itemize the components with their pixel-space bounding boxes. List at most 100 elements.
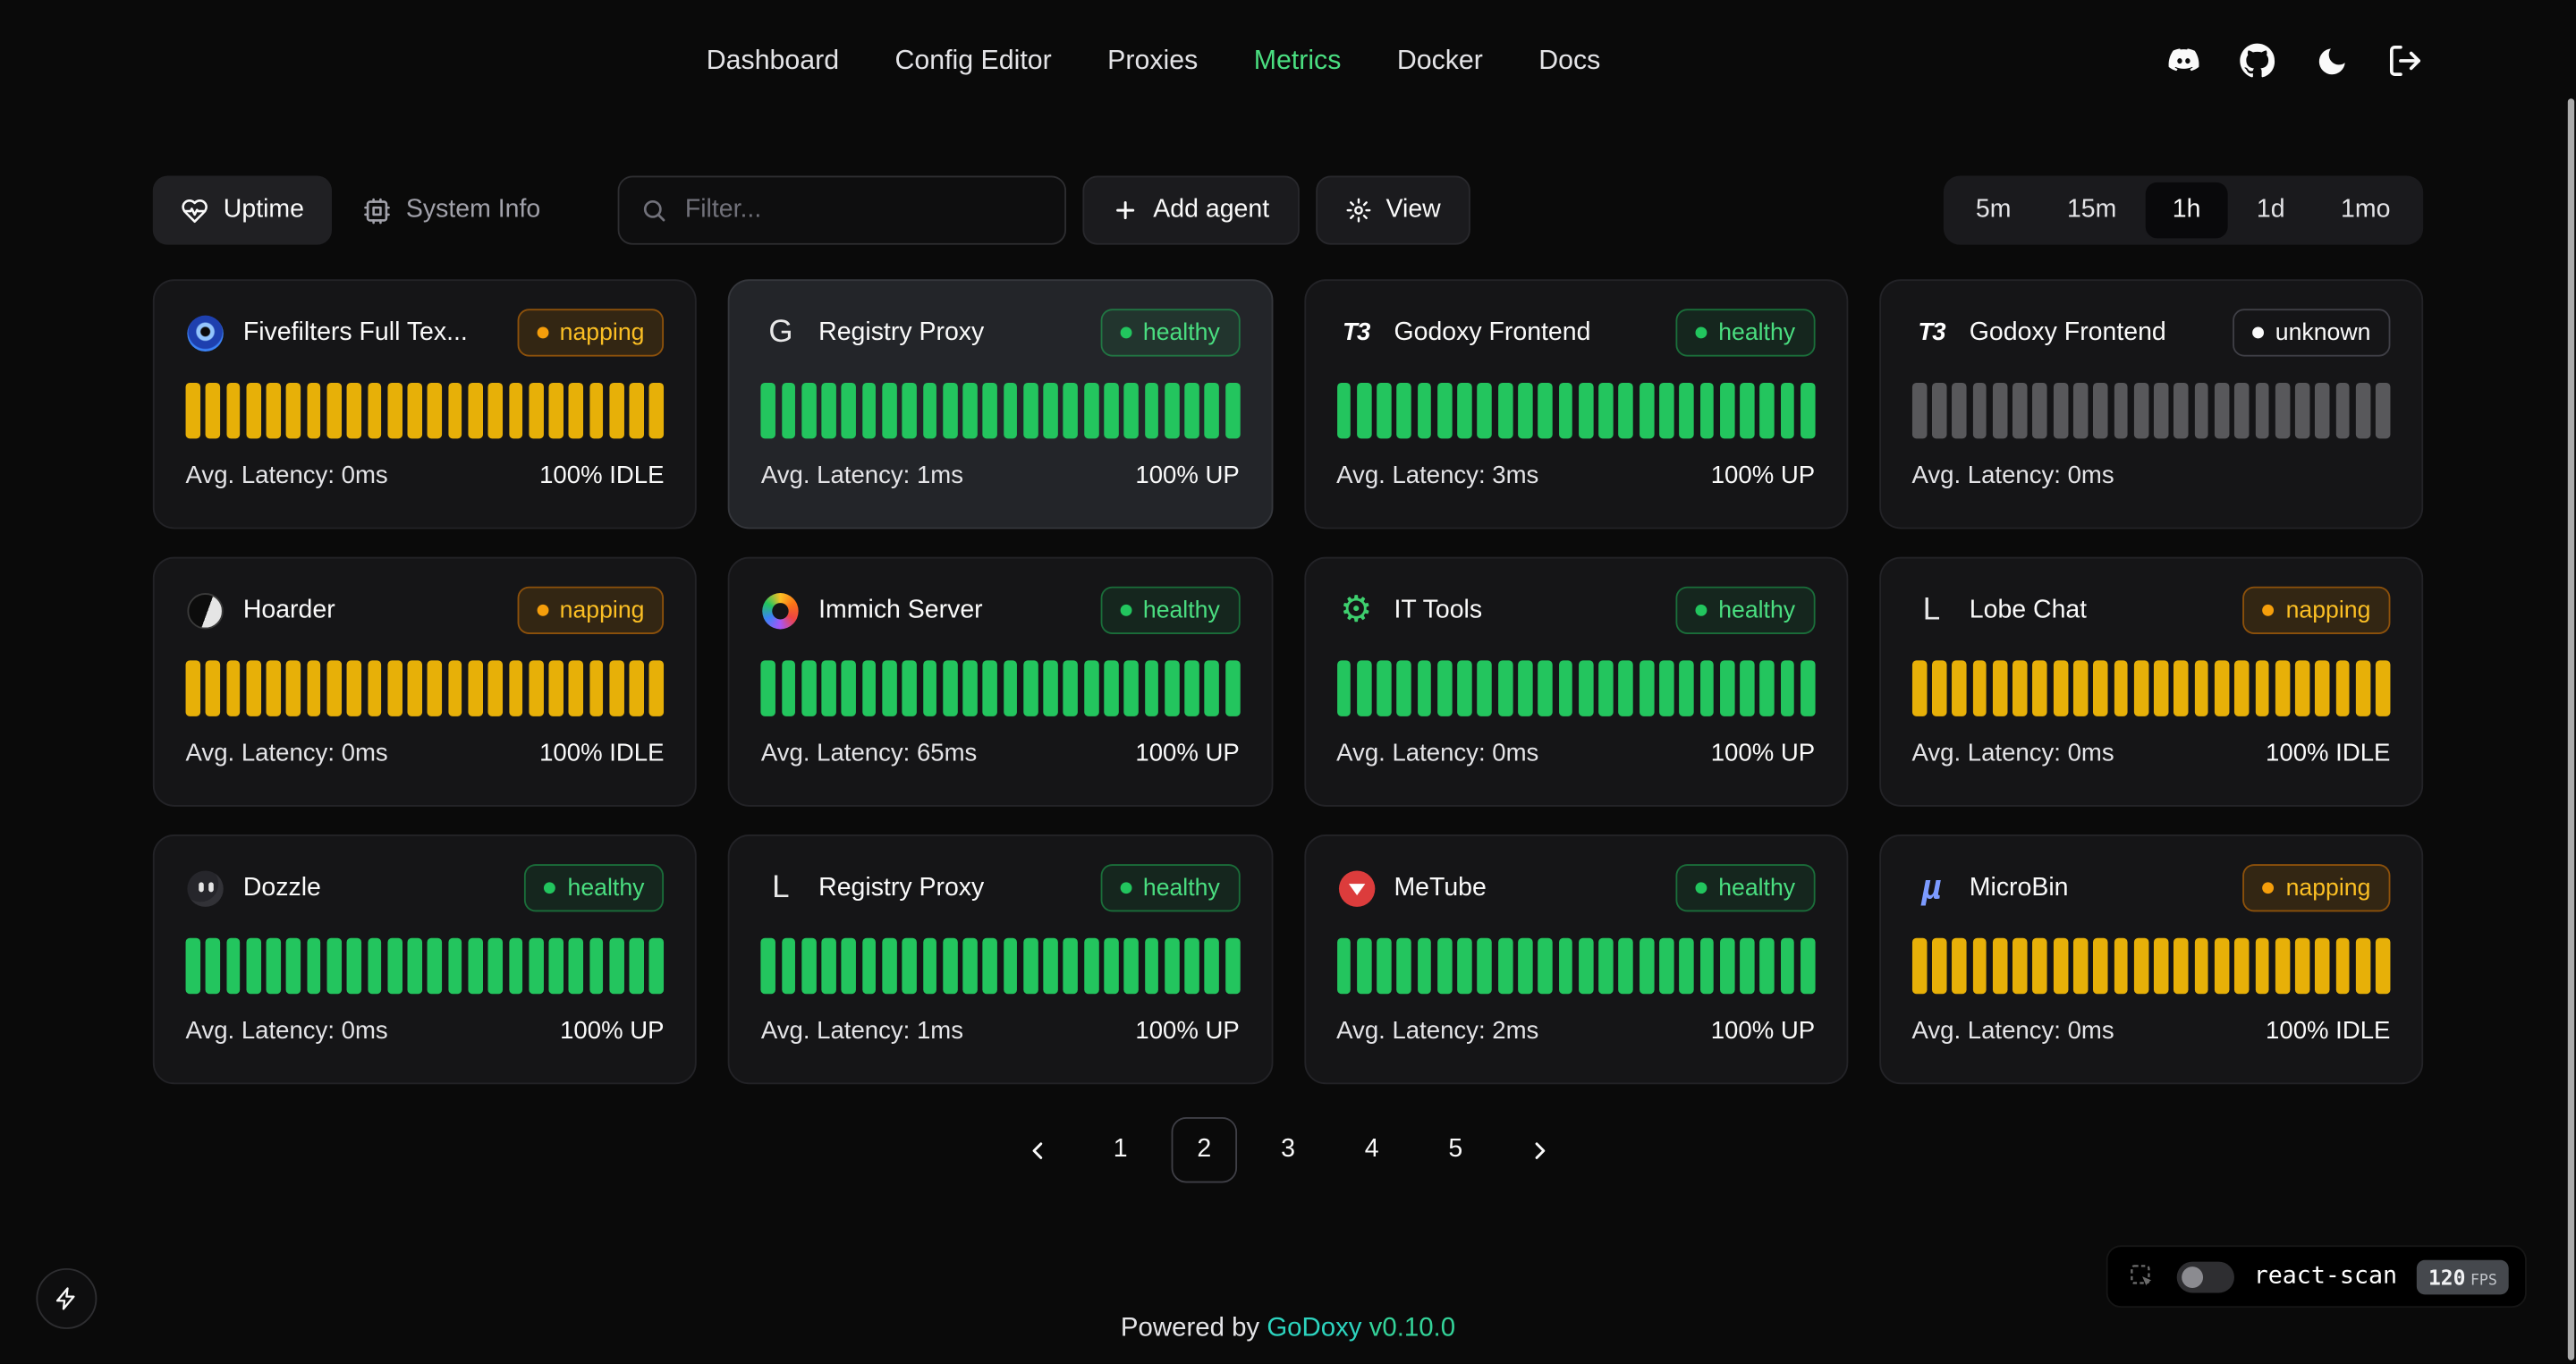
uptime-bar	[1932, 660, 1946, 716]
add-agent-button[interactable]: Add agent	[1082, 176, 1299, 245]
prev-page-button[interactable]	[1004, 1117, 1069, 1182]
uptime-bar	[1458, 383, 1472, 438]
uptime-bar	[2114, 383, 2128, 438]
service-card[interactable]: Fivefilters Full Tex... napping Avg. Lat…	[153, 279, 697, 529]
page-5[interactable]: 5	[1423, 1117, 1488, 1182]
status-text: healthy	[1143, 597, 1220, 623]
uptime-bar	[761, 660, 775, 716]
pagination: 12345	[153, 1117, 2423, 1182]
uptime-bar	[630, 660, 644, 716]
filter-input[interactable]	[682, 194, 1043, 227]
uptime-bar	[1124, 383, 1139, 438]
uptime-bar	[2234, 660, 2249, 716]
uptime-bar	[2154, 938, 2168, 994]
uptime-percent: 100% IDLE	[2266, 1017, 2390, 1045]
service-card[interactable]: T3 Godoxy Frontend healthy Avg. Latency:…	[1303, 279, 1847, 529]
status-dot-icon	[1120, 327, 1131, 339]
page-3[interactable]: 3	[1255, 1117, 1320, 1182]
card-header: µ MicroBin napping	[1911, 864, 2390, 911]
nav-item-dashboard[interactable]: Dashboard	[707, 46, 839, 77]
service-card[interactable]: MeTube healthy Avg. Latency: 2ms 100% UP	[1303, 834, 1847, 1084]
service-title: MeTube	[1394, 873, 1486, 902]
next-page-button[interactable]	[1506, 1117, 1572, 1182]
service-card[interactable]: Immich Server healthy Avg. Latency: 65ms…	[728, 557, 1272, 807]
uptime-bar	[842, 383, 856, 438]
uptime-bar	[488, 383, 503, 438]
service-card[interactable]: T3 Godoxy Frontend unknown Avg. Latency:…	[1879, 279, 2423, 529]
logout-icon[interactable]	[2387, 43, 2423, 79]
uptime-bar	[368, 660, 382, 716]
view-button[interactable]: View	[1316, 176, 1470, 245]
card-footer: Avg. Latency: 0ms	[1911, 462, 2390, 489]
uptime-bar	[246, 383, 260, 438]
uptime-bar	[2033, 938, 2047, 994]
uptime-bar	[2275, 660, 2290, 716]
microbin-icon: µ	[1911, 868, 1951, 908]
version-link[interactable]: v0.10.0	[1369, 1314, 1455, 1342]
uptime-bar	[1185, 660, 1199, 716]
uptime-bar	[347, 383, 361, 438]
service-card[interactable]: Dozzle healthy Avg. Latency: 0ms 100% UP	[153, 834, 697, 1084]
moon-icon[interactable]	[2313, 43, 2349, 79]
page-2[interactable]: 2	[1172, 1117, 1237, 1182]
uptime-bar	[267, 383, 281, 438]
scrollbar[interactable]	[2568, 98, 2574, 1360]
nav-item-proxies[interactable]: Proxies	[1107, 46, 1198, 77]
uptime-bar	[2255, 383, 2269, 438]
time-range-1d[interactable]: 1d	[2231, 182, 2311, 238]
godoxy-link[interactable]: GoDoxy	[1267, 1314, 1361, 1342]
react-scan-label: react-scan	[2254, 1263, 2397, 1289]
status-text: healthy	[1718, 319, 1795, 345]
uptime-bar	[781, 383, 795, 438]
service-card[interactable]: Hoarder napping Avg. Latency: 0ms 100% I…	[153, 557, 697, 807]
tab-system-info[interactable]: System Info	[335, 176, 569, 245]
service-card[interactable]: L Registry Proxy healthy Avg. Latency: 1…	[728, 834, 1272, 1084]
uptime-bar	[468, 383, 482, 438]
time-range-1mo[interactable]: 1mo	[2315, 182, 2417, 238]
inspect-icon[interactable]	[2127, 1262, 2157, 1292]
uptime-bar	[226, 383, 241, 438]
uptime-bar	[307, 383, 321, 438]
service-card[interactable]: µ MicroBin napping Avg. Latency: 0ms 100…	[1879, 834, 2423, 1084]
page-1[interactable]: 1	[1088, 1117, 1153, 1182]
uptime-bar	[1972, 938, 1987, 994]
uptime-bar	[922, 383, 936, 438]
time-range-15m[interactable]: 15m	[2041, 182, 2143, 238]
service-card[interactable]: ⚙ IT Tools healthy Avg. Latency: 0ms 100…	[1303, 557, 1847, 807]
uptime-bar	[609, 660, 623, 716]
react-scan-toggle[interactable]	[2176, 1261, 2233, 1292]
uptime-bar	[1760, 660, 1775, 716]
uptime-bar	[1740, 660, 1754, 716]
uptime-bar	[2194, 660, 2208, 716]
nav-item-docs[interactable]: Docs	[1538, 46, 1600, 77]
tab-uptime[interactable]: Uptime	[153, 176, 332, 245]
uptime-bar	[2255, 938, 2269, 994]
nav-item-config-editor[interactable]: Config Editor	[895, 46, 1052, 77]
uptime-bar	[589, 938, 604, 994]
status-text: napping	[2286, 875, 2371, 901]
time-range-1h[interactable]: 1h	[2146, 182, 2226, 238]
uptime-bar	[226, 938, 241, 994]
plus-icon	[1112, 197, 1138, 223]
nav-item-metrics[interactable]: Metrics	[1254, 46, 1342, 77]
uptime-bar	[549, 383, 564, 438]
search-icon	[640, 197, 666, 223]
uptime-percent: 100% IDLE	[539, 740, 664, 767]
service-card[interactable]: G Registry Proxy healthy Avg. Latency: 1…	[728, 279, 1272, 529]
service-title: Lobe Chat	[1970, 596, 2087, 625]
uptime-bar	[1084, 660, 1098, 716]
status-text: healthy	[1718, 875, 1795, 901]
github-icon[interactable]	[2239, 43, 2275, 79]
card-footer: Avg. Latency: 0ms 100% UP	[186, 1017, 665, 1045]
service-card[interactable]: L Lobe Chat napping Avg. Latency: 0ms 10…	[1879, 557, 2423, 807]
uptime-bar	[186, 383, 200, 438]
toggle-knob	[2182, 1266, 2203, 1287]
uptime-bar	[1579, 660, 1593, 716]
uptime-bar	[1084, 383, 1098, 438]
time-range-5m[interactable]: 5m	[1950, 182, 2038, 238]
uptime-bar	[1640, 660, 1654, 716]
page-4[interactable]: 4	[1339, 1117, 1404, 1182]
filter-box	[618, 176, 1066, 245]
discord-icon[interactable]	[2165, 43, 2201, 79]
nav-item-docker[interactable]: Docker	[1397, 46, 1483, 77]
